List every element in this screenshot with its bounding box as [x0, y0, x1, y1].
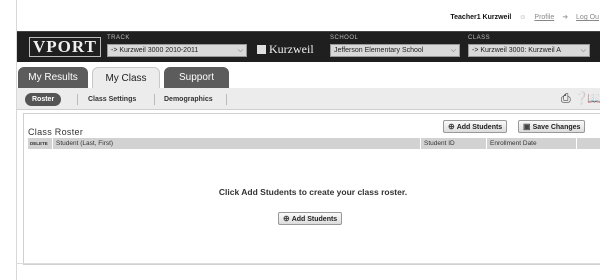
chevron-down-icon: ⌵	[580, 47, 586, 54]
column-enrollment-date[interactable]: Enrollment Date	[486, 138, 576, 149]
plus-icon: ⊕	[283, 214, 290, 223]
column-student-name[interactable]: Student (Last, First)	[52, 138, 417, 149]
class-selector: CLASS -> Kurzweil 3000: Kurzweil A ⌵	[468, 35, 590, 57]
person-icon: ☺	[519, 14, 527, 21]
column-delete: DELETE	[30, 141, 48, 146]
save-icon: ▣	[523, 122, 531, 131]
roster-table-header: DELETE Student (Last, First) Student ID …	[28, 138, 600, 149]
track-label: TRACK	[107, 35, 130, 41]
subnav-demographics[interactable]: Demographics	[157, 93, 220, 106]
class-roster-panel: Class Roster ⊕ Add Students ▣ Save Changes…	[23, 113, 600, 265]
kurzweil-icon	[257, 45, 266, 54]
subnav-roster[interactable]: Roster	[25, 93, 62, 106]
school-value: Jefferson Elementary School	[334, 47, 424, 54]
add-students-label: Add Students	[456, 124, 503, 131]
book-icon[interactable]: 📖	[587, 91, 600, 105]
divider	[17, 263, 600, 264]
save-changes-button[interactable]: ▣ Save Changes	[518, 120, 586, 133]
divider	[77, 94, 78, 105]
plus-icon: ⊕	[448, 122, 455, 131]
track-value: -> Kurzweil 3000 2010-2011	[111, 47, 199, 54]
main-tabs: My Results My Class Support	[17, 62, 600, 88]
class-select[interactable]: -> Kurzweil 3000: Kurzweil A ⌵	[468, 44, 590, 57]
divider	[154, 94, 155, 105]
profile-link[interactable]: Profile	[534, 14, 554, 21]
tab-support[interactable]: Support	[164, 67, 229, 88]
print-icon[interactable]: ⎙	[561, 91, 571, 106]
arrow-icon: ➜	[562, 14, 569, 21]
column-spacer	[576, 138, 600, 149]
sub-nav: Roster Class Settings Demographics ⎙ ❔ 📖	[17, 88, 600, 110]
class-value: -> Kurzweil 3000: Kurzweil A	[472, 47, 561, 54]
empty-roster-message: Click Add Students to create your class …	[218, 187, 408, 197]
school-select[interactable]: Jefferson Elementary School ⌵	[330, 44, 460, 57]
subnav-class-settings[interactable]: Class Settings	[81, 93, 143, 106]
top-bar: VPORT TRACK -> Kurzweil 3000 2010-2011 ⌵…	[17, 31, 600, 62]
class-label: CLASS	[468, 35, 491, 41]
add-students-center-label: Add Students	[291, 216, 338, 223]
app-frame: Teacher1 Kurzweil ☺ Profile ➜ Log Ou VPO…	[16, 0, 600, 280]
page-title: Class Roster	[28, 127, 84, 137]
save-changes-label: Save Changes	[532, 124, 581, 131]
school-label: SCHOOL	[330, 35, 359, 41]
column-student-id[interactable]: Student ID	[420, 138, 486, 149]
logout-link[interactable]: Log Ou	[576, 14, 599, 21]
tab-my-results[interactable]: My Results	[18, 67, 88, 88]
kurzweil-logo: Kurzweil	[257, 42, 314, 57]
chevron-down-icon: ⌵	[450, 47, 456, 54]
vport-logo[interactable]: VPORT	[29, 37, 101, 57]
add-students-center-button[interactable]: ⊕ Add Students	[278, 212, 343, 225]
user-bar: Teacher1 Kurzweil ☺ Profile ➜ Log Ou	[17, 13, 600, 29]
school-selector: SCHOOL Jefferson Elementary School ⌵	[330, 35, 460, 57]
chevron-down-icon: ⌵	[237, 47, 243, 54]
username: Teacher1 Kurzweil	[450, 14, 512, 21]
track-select[interactable]: -> Kurzweil 3000 2010-2011 ⌵	[107, 44, 247, 57]
tab-my-class[interactable]: My Class	[92, 67, 160, 88]
add-students-button[interactable]: ⊕ Add Students	[443, 120, 508, 133]
divider	[226, 94, 227, 105]
track-selector: TRACK -> Kurzweil 3000 2010-2011 ⌵	[107, 35, 247, 57]
